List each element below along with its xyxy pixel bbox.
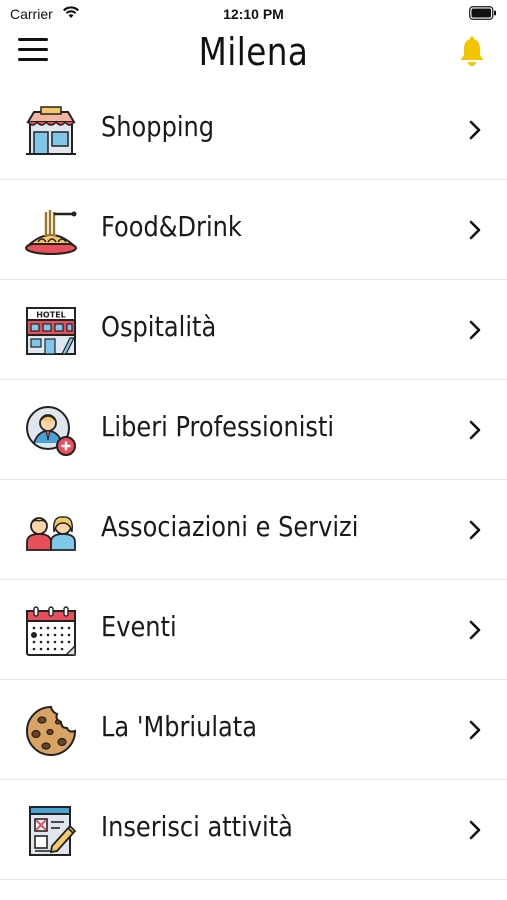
status-bar: Carrier 12:10 PM [0, 0, 507, 28]
chevron-right-icon [469, 620, 481, 640]
shop-icon [26, 106, 76, 155]
list-item-associazioni-servizi[interactable]: Associazioni e Servizi [0, 480, 507, 580]
battery-icon [469, 6, 496, 20]
list-item-eventi[interactable]: Eventi [0, 580, 507, 680]
svg-text:HOTEL: HOTEL [36, 311, 66, 320]
chevron-right-icon [469, 420, 481, 440]
form-edit-icon [29, 806, 77, 856]
list-item-inserisci-attivita[interactable]: Inserisci attività [0, 780, 507, 880]
list-item-label: Eventi [101, 610, 177, 643]
list-item-shopping[interactable]: Shopping [0, 80, 507, 180]
chevron-right-icon [469, 720, 481, 740]
list-item-food-drink[interactable]: Food&Drink [0, 180, 507, 280]
list-item-label: La 'Mbriulata [101, 710, 258, 743]
list-item-label: Food&Drink [101, 210, 242, 243]
status-time: 12:10 PM [223, 6, 284, 22]
bell-icon[interactable] [457, 36, 487, 68]
chevron-right-icon [469, 120, 481, 140]
calendar-icon [26, 606, 76, 656]
list-item-label: Associazioni e Servizi [101, 510, 359, 543]
navigation-bar: Milena [0, 28, 507, 80]
hotel-icon: HOTEL [26, 307, 76, 355]
list-item-label: Shopping [101, 110, 215, 143]
list-item-liberi-professionisti[interactable]: Liberi Professionisti [0, 380, 507, 480]
chevron-right-icon [469, 820, 481, 840]
pasta-icon [25, 210, 77, 255]
chevron-right-icon [469, 520, 481, 540]
list-item-label: Liberi Professionisti [101, 410, 335, 443]
page-title: Milena [198, 30, 309, 74]
list-item-label: Inserisci attività [101, 810, 293, 843]
chevron-right-icon [469, 220, 481, 240]
people-icon [26, 516, 76, 551]
list-item-label: Ospitalità [101, 310, 217, 343]
list-item-mbriulata[interactable]: La 'Mbriulata [0, 680, 507, 780]
chevron-right-icon [469, 320, 481, 340]
cookie-icon [26, 705, 77, 756]
professional-icon [26, 406, 76, 456]
category-list: Shopping Food&Drink HOTEL Ospitalità Lib… [0, 80, 507, 880]
list-item-ospitalita[interactable]: HOTEL Ospitalità [0, 280, 507, 380]
